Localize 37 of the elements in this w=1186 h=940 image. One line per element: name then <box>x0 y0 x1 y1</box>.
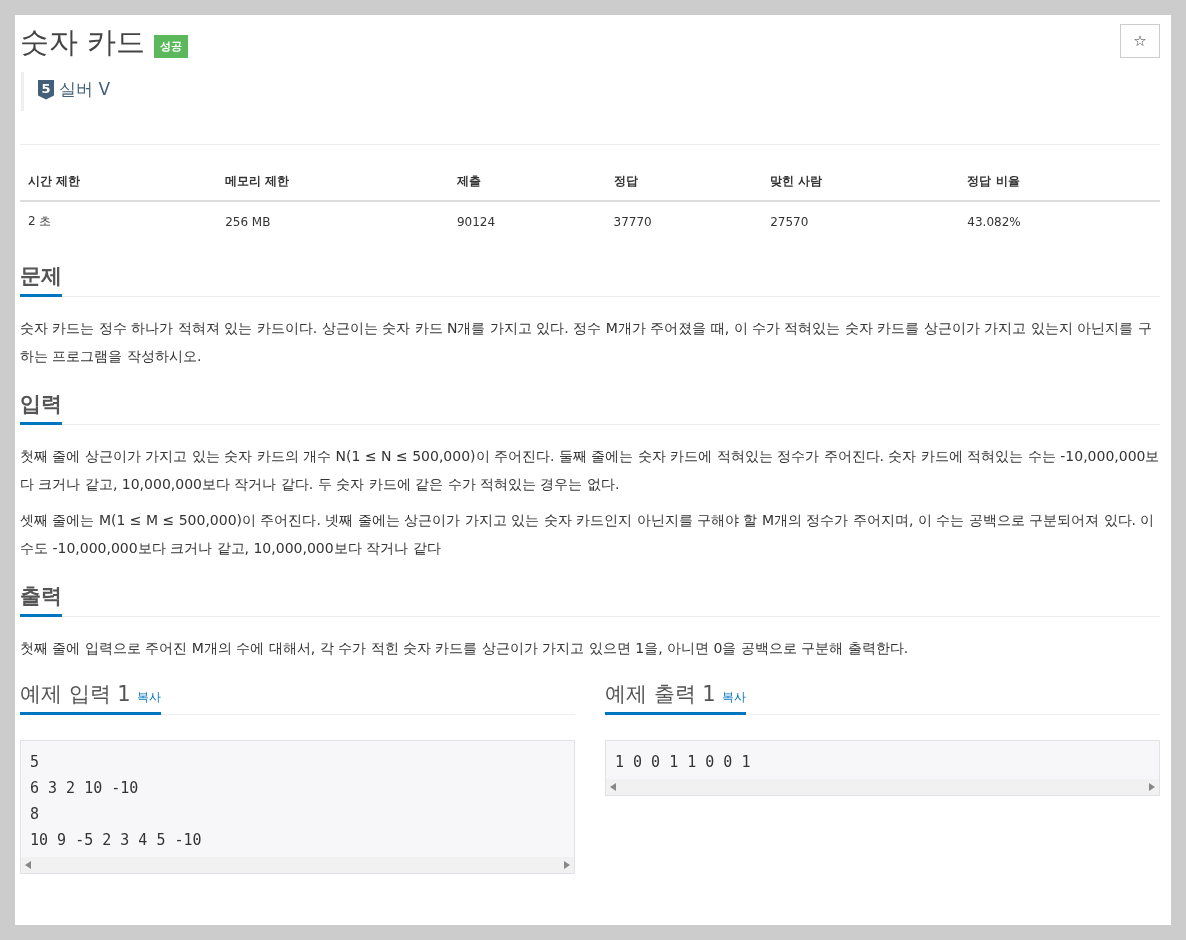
column-header: 정답 <box>605 160 763 201</box>
scroll-left-icon[interactable] <box>25 861 31 869</box>
scroll-left-icon[interactable] <box>610 783 616 791</box>
table-cell: 37770 <box>605 201 763 242</box>
problem-title: 숫자 카드 <box>20 24 146 61</box>
section-heading: 출력 <box>20 574 62 617</box>
column-header: 메모리 제한 <box>217 160 449 201</box>
tier-name: 실버 V <box>59 78 111 101</box>
section-heading: 문제 <box>20 254 62 297</box>
column-header: 시간 제한 <box>20 160 218 201</box>
table-cell: 27570 <box>762 201 960 242</box>
table-cell: 256 MB <box>217 201 449 242</box>
section-heading: 입력 <box>20 382 62 425</box>
section-paragraph: 첫째 줄에 상근이가 가지고 있는 숫자 카드의 개수 N(1 ≤ N ≤ 500,000)이 주어진다. 둘째 줄에는 숫자 카드에 적혀있는 정수가 주어진다. 숫자 카드에 적혀있는 수는 -10,000,000보다 크거나 같고, 10,000,000보다 작거나 같다. 두 숫자 카드에 같은 수가 적혀있는 경우는 없다. <box>20 447 1160 494</box>
section-paragraph: 숫자 카드는 정수 하나가 적혀져 있는 카드이다. 상근이는 숫자 카드 N개를 가지고 있다. 정수 M개가 주어졌을 때, 이 수가 적혀있는 숫자 카드를 상근이가 가지고 있는지 아닌지를 구하는 프로그램을 작성하시오. <box>20 319 1153 366</box>
code-line: 5 <box>30 752 41 773</box>
table-cell: 90124 <box>448 201 606 242</box>
result-badge: 성공 <box>154 34 189 58</box>
sample-heading: 예제 출력 1 <box>605 681 716 708</box>
tier-icon: 5 <box>38 79 54 100</box>
copy-link[interactable]: 복사 <box>136 689 161 706</box>
favorite-button[interactable]: ☆ <box>1120 24 1160 58</box>
copy-link[interactable]: 복사 <box>721 689 746 706</box>
column-header: 정답 비율 <box>959 160 1160 201</box>
column-header: 맞힌 사람 <box>762 160 960 201</box>
code-line: 6 3 2 10 -10 <box>30 778 140 799</box>
code-line: 1 0 0 1 1 0 0 1 <box>615 752 752 773</box>
scroll-right-icon[interactable] <box>564 861 570 869</box>
sample-heading: 예제 입력 1 <box>20 681 131 708</box>
section-paragraph: 첫째 줄에 입력으로 주어진 M개의 수에 대해서, 각 수가 적힌 숫자 카드를 상근이가 가지고 있으면 1을, 아니면 0을 공백으로 구분해 출력한다. <box>20 639 910 658</box>
code-line: 10 9 -5 2 3 4 5 -10 <box>30 830 203 851</box>
table-cell: 2 초 <box>20 201 218 242</box>
section-paragraph: 셋째 줄에는 M(1 ≤ M ≤ 500,000)이 주어진다. 넷째 줄에는 상근이가 가지고 있는 숫자 카드인지 아닌지를 구해야 할 M개의 정수가 주어지며, 이 수는 공백으로 구분되어져 있다. 이 수도 -10,000,000보다 크거나 같고, 10,000,000보다 작거나 같다 <box>20 511 1156 558</box>
scroll-right-icon[interactable] <box>1149 783 1155 791</box>
code-line: 8 <box>30 804 41 825</box>
column-header: 제출 <box>448 160 606 201</box>
table-cell: 43.082% <box>959 201 1160 242</box>
